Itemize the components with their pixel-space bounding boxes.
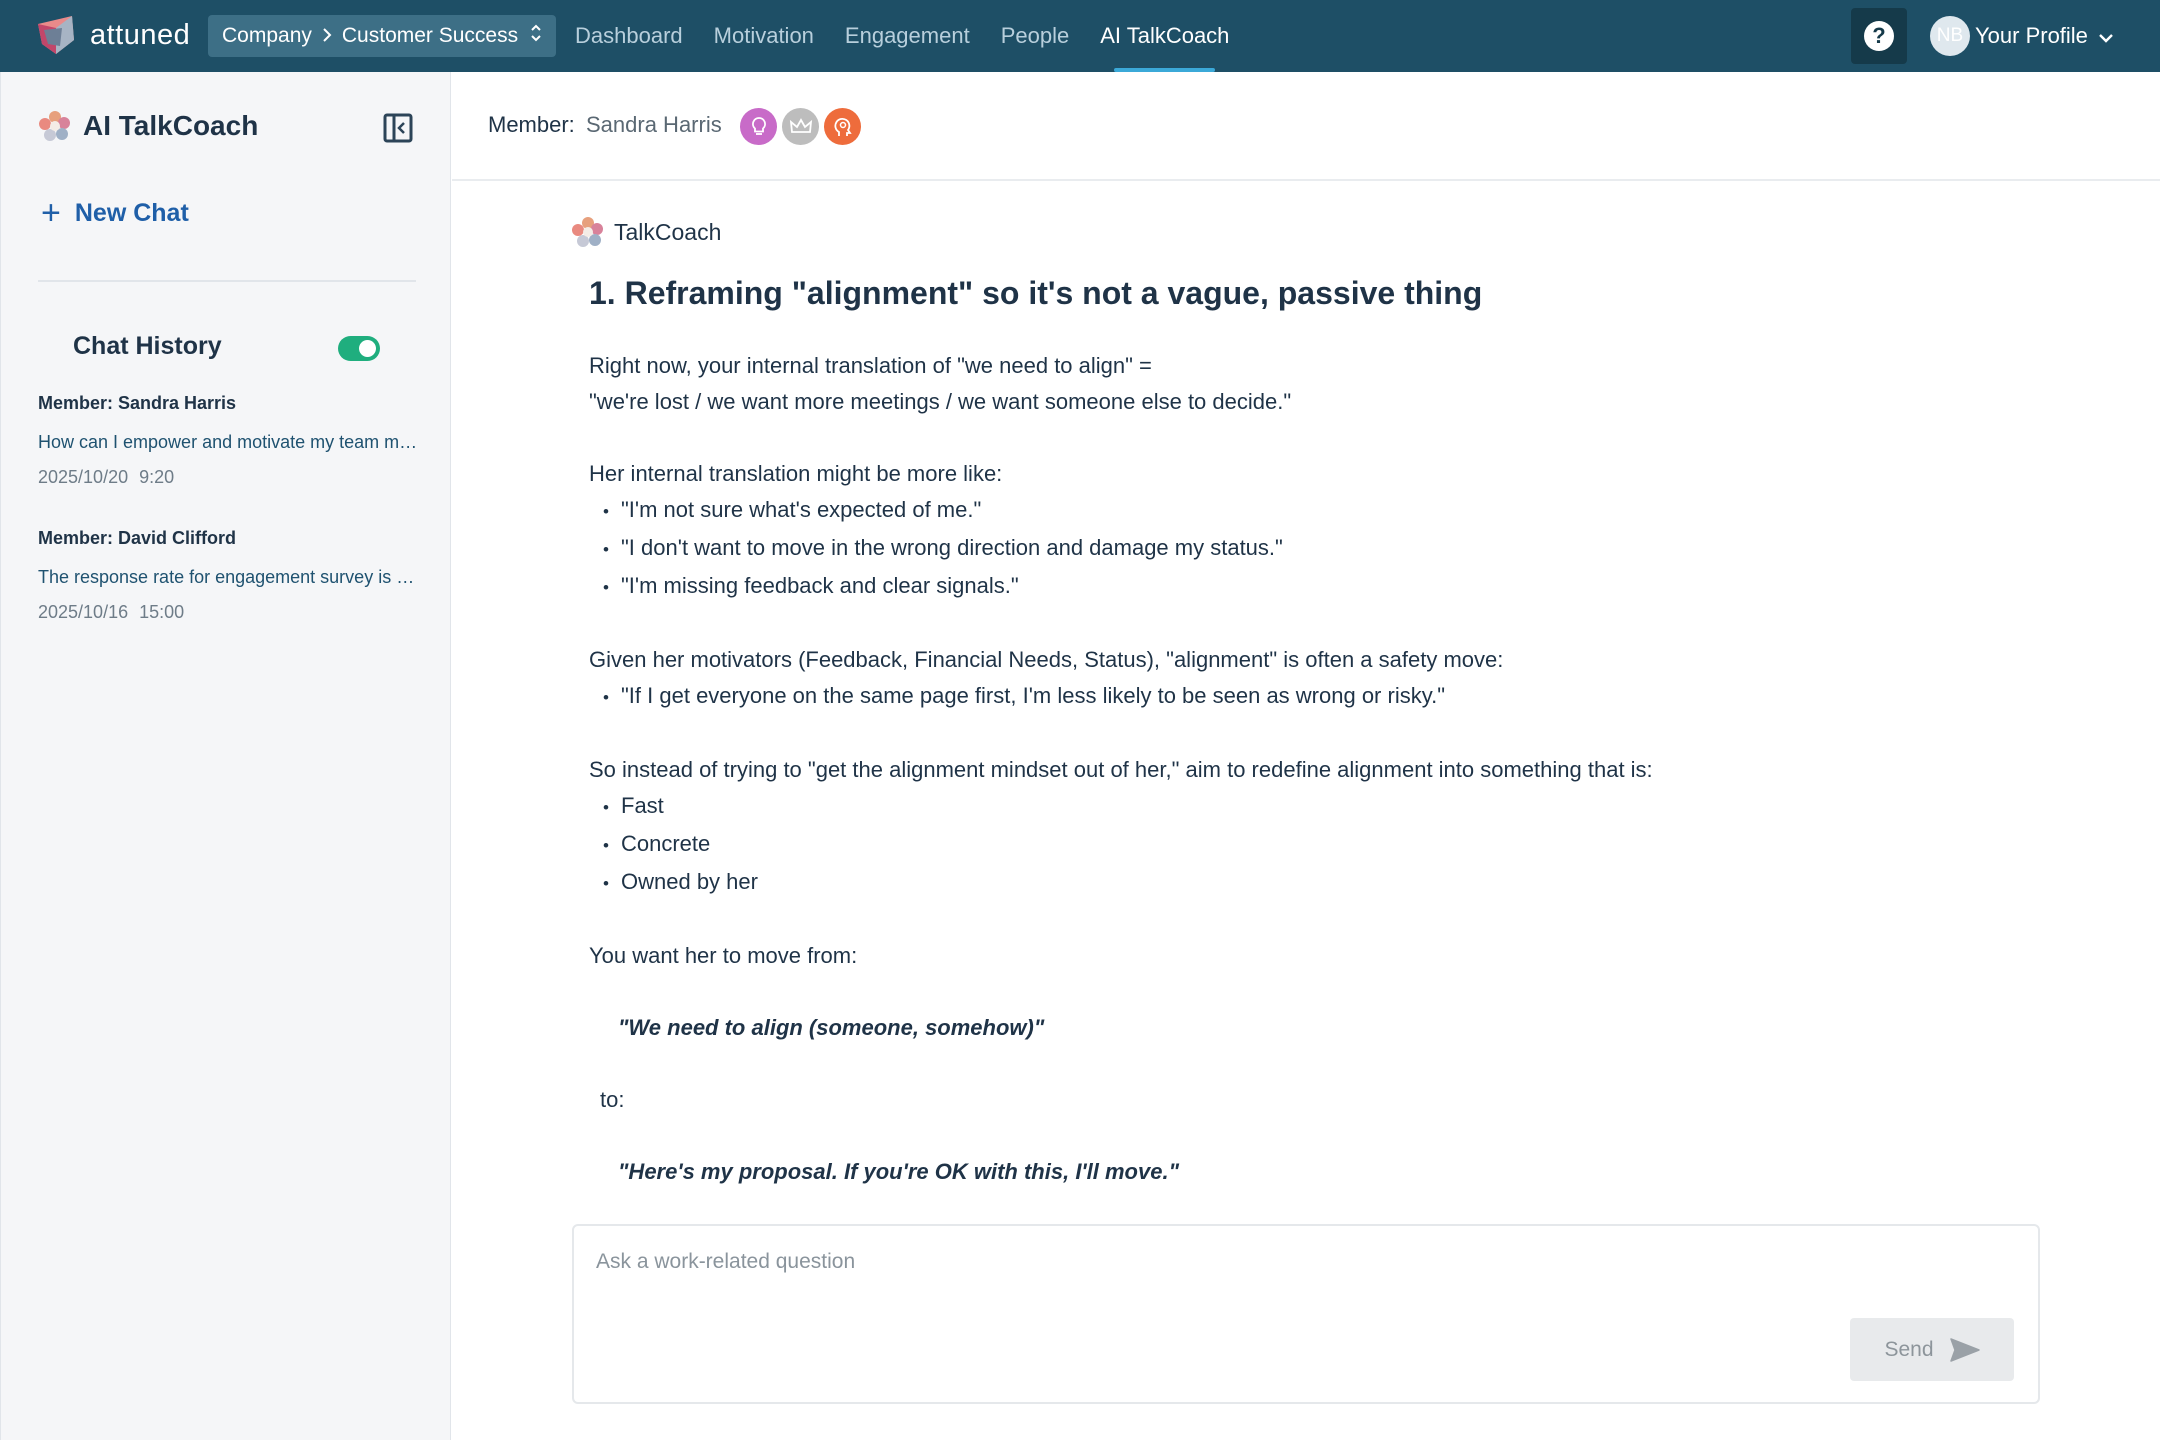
new-chat-label: New Chat: [74, 198, 189, 227]
nav-engagement[interactable]: Engagement: [845, 0, 970, 72]
attuned-logo-icon: [38, 16, 74, 54]
nav-people[interactable]: People: [1001, 0, 1070, 72]
logo-text: attuned: [90, 18, 191, 51]
nav-ai-talkcoach-label: AI TalkCoach: [1100, 23, 1230, 48]
bullet-item: "I don't want to move in the wrong direc…: [589, 530, 1989, 568]
bullet-item: Concrete: [589, 826, 1989, 864]
bullet-item: "If I get everyone on the same page firs…: [589, 678, 1989, 716]
chevron-right-icon: [322, 26, 332, 47]
profile-menu[interactable]: NB Your Profile: [1930, 16, 2114, 56]
quote-text: "We need to align (someone, somehow)": [618, 1015, 1045, 1040]
chat-history-item[interactable]: Member: Sandra Harris How can I empower …: [38, 393, 418, 488]
chat-sidebar: AI TalkCoach + New Chat Chat History Mem…: [0, 72, 451, 1440]
sidebar-divider: [38, 280, 416, 282]
message-text: to:: [600, 1087, 625, 1112]
attuned-logo[interactable]: attuned: [34, 14, 190, 56]
author-name: TalkCoach: [614, 218, 722, 245]
collapse-sidebar-icon[interactable]: [383, 113, 413, 148]
org-team: Customer Success: [341, 24, 519, 47]
history-preview: How can I empower and motivate my team m…: [38, 432, 418, 452]
send-button[interactable]: Send: [1850, 1318, 2014, 1381]
bullet-item: "I'm not sure what's expected of me.": [589, 492, 1989, 530]
help-icon: ?: [1864, 21, 1894, 51]
history-preview: The response rate for engagement survey …: [38, 567, 418, 587]
member-label: Member:: [488, 112, 575, 137]
chat-history-toggle[interactable]: [338, 336, 380, 361]
chat-history-title: Chat History: [73, 332, 222, 360]
motivator-badges: [740, 108, 866, 145]
history-member: Member: Sandra Harris: [38, 393, 237, 413]
history-date: 2025/10/16 15:00: [38, 602, 185, 622]
up-down-chevron-icon: [530, 23, 542, 49]
message-text: You want her to move from:: [589, 943, 858, 968]
head-icon[interactable]: [824, 108, 861, 145]
member-name[interactable]: Sandra Harris: [586, 112, 722, 138]
message-author: TalkCoach: [572, 216, 721, 248]
message-heading: 1. Reframing "alignment" so it's not a v…: [589, 275, 1483, 311]
new-chat-button[interactable]: + New Chat: [41, 196, 189, 230]
avatar: NB: [1930, 16, 1970, 56]
talkcoach-avatar-icon: [572, 217, 603, 247]
org-company: Company: [222, 24, 312, 47]
member-header: Member: Sandra Harris: [452, 72, 2160, 181]
bullet-item: Fast: [589, 788, 1989, 826]
plus-icon: +: [41, 194, 61, 232]
nav-motivation[interactable]: Motivation: [714, 0, 814, 72]
help-button[interactable]: ?: [1851, 8, 1907, 64]
message-text: "we're lost / we want more meetings / we…: [589, 389, 1292, 414]
chevron-down-icon: [2098, 23, 2114, 49]
main-nav: Dashboard Motivation Engagement People A…: [575, 0, 1260, 72]
coach-message: 1. Reframing "alignment" so it's not a v…: [589, 274, 1989, 1190]
message-text: Right now, your internal translation of …: [589, 353, 1152, 378]
history-member: Member: David Clifford: [38, 528, 237, 548]
send-label: Send: [1884, 1337, 1934, 1361]
message-text: Given her motivators (Feedback, Financia…: [589, 647, 1504, 672]
message-text: So instead of trying to "get the alignme…: [589, 757, 1653, 782]
send-icon: [1949, 1337, 1980, 1362]
quote-text: "Here's my proposal. If you're OK with t…: [618, 1159, 1180, 1184]
lightbulb-icon[interactable]: [740, 108, 777, 145]
top-navigation-bar: attuned Company Customer Success Dashboa…: [0, 0, 2160, 72]
sidebar-title: AI TalkCoach: [39, 110, 258, 142]
bullet-item: Owned by her: [589, 864, 1989, 902]
message-composer: Send: [572, 1224, 2040, 1404]
chat-main: Member: Sandra Harris TalkCoach 1. Refra…: [452, 72, 2160, 1440]
chat-history-item[interactable]: Member: David Clifford The response rate…: [38, 528, 418, 623]
history-date: 2025/10/20 9:20: [38, 467, 175, 487]
crown-icon[interactable]: [782, 108, 819, 145]
toggle-knob: [359, 340, 376, 357]
talkcoach-logo-icon: [39, 111, 70, 141]
message-text: Her internal translation might be more l…: [589, 461, 1003, 486]
sidebar-title-text: AI TalkCoach: [83, 110, 259, 141]
nav-ai-talkcoach[interactable]: AI TalkCoach: [1100, 0, 1229, 72]
org-switcher[interactable]: Company Customer Success: [208, 15, 557, 57]
nav-dashboard[interactable]: Dashboard: [575, 0, 683, 72]
profile-label: Your Profile: [1975, 23, 2088, 48]
question-input[interactable]: [596, 1250, 1996, 1274]
bullet-item: "I'm missing feedback and clear signals.…: [589, 568, 1989, 606]
